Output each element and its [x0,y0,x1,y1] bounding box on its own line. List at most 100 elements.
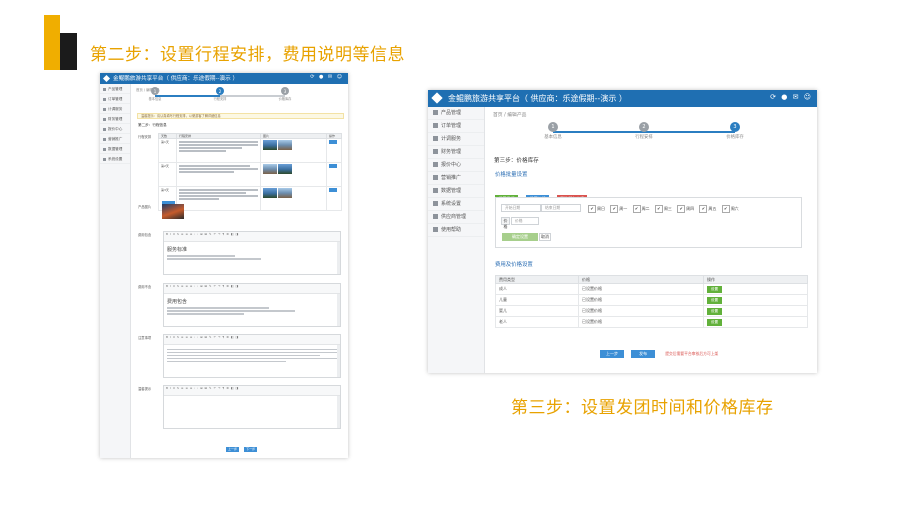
sidebar-item[interactable]: 财务管理 [428,146,484,159]
sidebar-item[interactable]: 营销推广 [100,134,130,144]
edit-button[interactable] [329,140,337,144]
table-row: 儿童 已设置价格 设置 [495,294,808,306]
editor-toolbar[interactable]: B I U S ≡ ≡ ≡ ⁝ ⁝ ⊞ ⊠ ✎ ↶ ↷ ¶ ≣ ◧ ◨ [164,284,340,294]
rich-text-editor[interactable]: B I U S ≡ ≡ ≡ ⁝ ⁝ ⊞ ⊠ ✎ ↶ ↷ ¶ ≣ ◧ ◨ 费用包含 [163,283,341,327]
confirm-button[interactable]: 确定设置 [502,233,538,241]
notification-icon[interactable]: ● [319,74,323,80]
sidebar-item-label: 系统设置 [441,201,462,207]
weekday-checkbox[interactable]: 周五 [699,205,716,213]
editor-scrollbar[interactable] [337,345,340,377]
sidebar-item-label: 订单管理 [108,97,123,101]
refresh-icon[interactable]: ⟳ [310,74,314,80]
rich-text-editor[interactable]: B I U S ≡ ≡ ≡ ⁝ ⁝ ⊞ ⊠ ✎ ↶ ↷ ¶ ≣ ◧ ◨ [163,334,341,378]
sidebar-item[interactable]: 供应商管理 [428,211,484,224]
product-image [162,204,184,219]
sidebar-item[interactable]: 报价中心 [100,124,130,134]
set-button[interactable]: 设置 [707,285,722,293]
sidebar-item[interactable]: 订单管理 [100,94,130,104]
cost-type: 儿童 [495,294,579,306]
step-number: 3 [281,87,289,95]
step-label: 基本信息 [544,135,562,140]
sidebar-item-label: 营销推广 [108,137,123,141]
notification-icon[interactable]: ● [781,93,787,101]
step-label: 基本信息 [148,97,162,101]
prev-step-button[interactable]: 上一步 [600,350,624,358]
weekday-checkbox[interactable]: 周六 [722,205,739,213]
wizard-steps: 1 基本信息 2 行程安排 3 价格库存 [140,87,300,102]
cancel-button[interactable]: 取消 [539,233,551,241]
column-header: 操作 [703,275,808,284]
itinerary-text [176,162,261,187]
step3-screenshot: 金鲲鹏旅游共享平台（ 供应商：乐途假期--演示 ） ⟳ ● ✉ ☺ 产品管理 订… [428,90,817,373]
sidebar-item-label: 计调服务 [441,136,462,142]
table-row: 第2天 [158,162,342,187]
sidebar-item[interactable]: 系统设置 [100,154,130,164]
message-icon[interactable]: ✉ [328,74,332,80]
editor-toolbar[interactable]: B I U S ≡ ≡ ≡ ⁝ ⁝ ⊞ ⊠ ✎ ↶ ↷ ¶ ≣ ◧ ◨ [164,232,340,242]
next-step-button[interactable]: 下一步 [244,447,258,452]
cost-type: 成人 [495,283,579,295]
weekday-checkbox[interactable]: 周一 [610,205,627,213]
sidebar-item[interactable]: 报价中心 [428,159,484,172]
sidebar-item[interactable]: 财务管理 [100,114,130,124]
weekday-checkbox[interactable]: 周四 [677,205,694,213]
sidebar-item[interactable]: 营销推广 [428,172,484,185]
menu-icon [433,149,438,154]
sidebar: 产品管理 订单管理 计调服务 财务管理 报价中心 营销推广 数据管理 系统设置 [100,84,131,458]
edit-button[interactable] [329,164,337,168]
prev-step-button[interactable]: 上一步 [226,447,239,452]
start-date-input[interactable]: 开始日期 [501,204,541,212]
menu-icon [433,110,438,115]
sidebar-item[interactable]: 系统设置 [428,198,484,211]
user-icon[interactable]: ☺ [337,74,342,80]
message-icon[interactable]: ✉ [793,93,799,101]
menu-icon [433,136,438,141]
table-row: 第1天 [158,138,342,163]
table-row: 成人 已设置价格 设置 [495,283,808,295]
sidebar-item[interactable]: 使用帮助 [428,224,484,237]
sidebar-item-label: 报价中心 [441,162,462,168]
end-date-input[interactable]: 结束日期 [541,204,581,212]
sidebar-item[interactable]: 产品管理 [100,84,130,94]
price-status: 已设置价格 [578,283,704,295]
user-icon[interactable]: ☺ [804,93,811,101]
edit-button[interactable] [329,188,337,192]
editor-toolbar[interactable]: B I U S ≡ ≡ ≡ ⁝ ⁝ ⊞ ⊠ ✎ ↶ ↷ ¶ ≣ ◧ ◨ [164,335,340,345]
day-cell: 第1天 [158,138,177,163]
editor-scrollbar[interactable] [337,242,340,274]
sidebar-item[interactable]: 订单管理 [428,120,484,133]
set-button[interactable]: 设置 [707,307,722,315]
sidebar-item-label: 系统设置 [108,157,123,161]
rich-text-editor[interactable]: B I U S ≡ ≡ ≡ ⁝ ⁝ ⊞ ⊠ ✎ ↶ ↷ ¶ ≣ ◧ ◨ 服务标准 [163,231,341,275]
sidebar-item[interactable]: 计调服务 [428,133,484,146]
app-title: 金鲲鹏旅游共享平台（ 供应商：乐途假期--演示 ） [448,94,627,103]
section-heading: 第二步：行程信息 [138,123,167,127]
set-button[interactable]: 设置 [707,318,722,326]
wizard-step: 1 基本信息 [533,122,573,140]
weekday-checkbox[interactable]: 周日 [588,205,605,213]
price-input[interactable]: 价格 [511,217,539,225]
editor-toolbar[interactable]: B I U S ≡ ≡ ≡ ⁝ ⁝ ⊞ ⊠ ✎ ↶ ↷ ¶ ≣ ◧ ◨ [164,386,340,396]
set-button[interactable]: 设置 [707,296,722,304]
menu-icon [103,157,106,161]
sidebar-item[interactable]: 计调服务 [100,104,130,114]
refresh-icon[interactable]: ⟳ [770,93,776,101]
scenery-photo [263,140,277,150]
itinerary-table: 天数 行程安排 图片 操作 第1天 第2天 第3天 [158,133,342,211]
sidebar-item[interactable]: 数据管理 [428,185,484,198]
sidebar-item[interactable]: 数据管理 [100,144,130,154]
rich-text-editor[interactable]: B I U S ≡ ≡ ≡ ⁝ ⁝ ⊞ ⊠ ✎ ↶ ↷ ¶ ≣ ◧ ◨ [163,385,341,429]
menu-icon [433,123,438,128]
sidebar-item-label: 财务管理 [108,117,123,121]
step-label: 行程安排 [635,135,653,140]
weekday-checkbox[interactable]: 周三 [655,205,672,213]
sidebar-item[interactable]: 产品管理 [428,107,484,120]
publish-button[interactable]: 发布 [631,350,656,358]
cost-type: 婴儿 [495,305,579,317]
editor-scrollbar[interactable] [337,396,340,428]
menu-icon [433,214,438,219]
editor-scrollbar[interactable] [337,294,340,326]
sidebar-item-label: 产品管理 [441,110,462,116]
weekday-checkbox[interactable]: 周二 [633,205,650,213]
wizard-step: 2 行程安排 [205,87,235,101]
